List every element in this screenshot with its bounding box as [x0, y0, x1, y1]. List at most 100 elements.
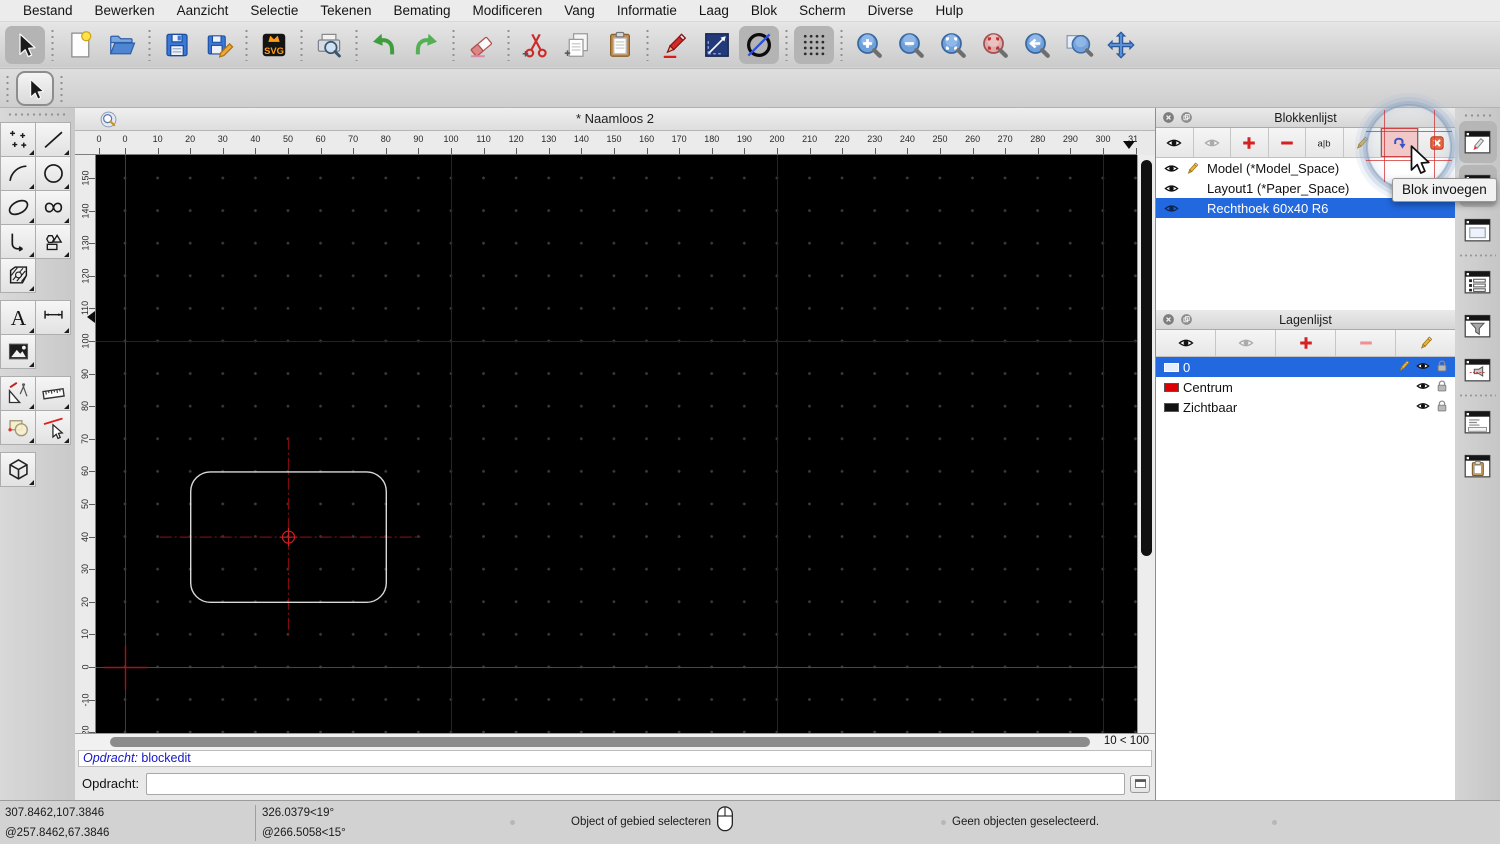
delete-button[interactable]: [461, 26, 501, 64]
select-tool-button[interactable]: [5, 26, 45, 64]
menu-bewerken[interactable]: Bewerken: [84, 3, 166, 18]
menu-scherm[interactable]: Scherm: [788, 3, 857, 18]
point-tools-button[interactable]: [0, 122, 36, 157]
block-browser-toggle-button[interactable]: [1459, 349, 1497, 391]
layer-color-swatch[interactable]: [1164, 363, 1179, 372]
select-tools-button[interactable]: [35, 410, 71, 445]
eye-cell[interactable]: [1161, 161, 1182, 176]
eye-toggle[interactable]: [1416, 399, 1430, 416]
svg-export-button[interactable]: SVG: [254, 26, 294, 64]
toolbar-drag-handle[interactable]: [6, 75, 9, 103]
block-list-row[interactable]: Model (*Model_Space): [1156, 158, 1455, 178]
vertical-scrollbar[interactable]: [1137, 155, 1155, 733]
add-block-button[interactable]: [1231, 128, 1269, 157]
save-file-button[interactable]: [157, 26, 197, 64]
pencilsm-cell[interactable]: [1182, 161, 1203, 176]
layer-color-swatch[interactable]: [1164, 383, 1179, 392]
line-tools-button[interactable]: [35, 122, 71, 157]
command-input[interactable]: [146, 773, 1125, 795]
menu-blok[interactable]: Blok: [740, 3, 788, 18]
shape-tools-button[interactable]: [35, 224, 71, 259]
close-icon[interactable]: [1162, 111, 1175, 124]
spline-tools-button[interactable]: [35, 190, 71, 225]
arc-tools-button[interactable]: [0, 156, 36, 191]
layer-list-toggle-button[interactable]: [1459, 261, 1497, 303]
open-file-button[interactable]: [102, 26, 142, 64]
close-icon[interactable]: [1162, 313, 1175, 326]
lock-toggle[interactable]: [1435, 399, 1449, 416]
menu-tekenen[interactable]: Tekenen: [309, 3, 382, 18]
edit-block-button[interactable]: [1344, 128, 1382, 157]
edit-layer-button[interactable]: [1396, 330, 1455, 356]
remove-layer-button[interactable]: [1336, 330, 1396, 356]
eye-toggle[interactable]: [1416, 359, 1430, 376]
pan-button[interactable]: [1101, 26, 1141, 64]
zoom-previous-button[interactable]: [1017, 26, 1057, 64]
zoom-out-button[interactable]: [891, 26, 931, 64]
modify-tools-button[interactable]: [0, 410, 36, 445]
insert-block-button[interactable]: [1381, 128, 1419, 157]
menu-diverse[interactable]: Diverse: [857, 3, 925, 18]
polyline-tools-button[interactable]: [0, 224, 36, 259]
library-browser-toggle-button[interactable]: [1459, 209, 1497, 251]
lock-toggle[interactable]: [1435, 359, 1449, 376]
add-layer-button[interactable]: [1276, 330, 1336, 356]
menu-bemating[interactable]: Bemating: [382, 3, 461, 18]
zoom-selection-button[interactable]: [975, 26, 1015, 64]
save-as-button[interactable]: [199, 26, 239, 64]
dock-drag-handle[interactable]: [1464, 114, 1491, 119]
zoom-auto-button[interactable]: [933, 26, 973, 64]
copy-button[interactable]: [558, 26, 598, 64]
hatch-tools-button[interactable]: [0, 258, 36, 293]
drafting-tools-button[interactable]: [0, 376, 36, 411]
toolbar-drag-handle[interactable]: [60, 75, 63, 103]
menu-laag[interactable]: Laag: [688, 3, 740, 18]
menu-selectie[interactable]: Selectie: [239, 3, 309, 18]
clipboard-panel-toggle-button[interactable]: [1459, 445, 1497, 487]
horizontal-scrollbar-thumb[interactable]: [110, 737, 1090, 747]
horizontal-scrollbar[interactable]: 10 < 100: [75, 733, 1155, 750]
zoom-in-button[interactable]: [849, 26, 889, 64]
hide-block-button[interactable]: [1194, 128, 1232, 157]
draw-mode-button[interactable]: [655, 26, 695, 64]
palette-drag-handle[interactable]: [8, 113, 67, 119]
grid-toggle-button[interactable]: [794, 26, 834, 64]
new-file-button[interactable]: [60, 26, 100, 64]
construction-mode-button[interactable]: [739, 26, 779, 64]
undo-button[interactable]: [364, 26, 404, 64]
layer-list-row[interactable]: 0: [1156, 357, 1455, 377]
float-panel-icon[interactable]: [1180, 111, 1193, 124]
menu-informatie[interactable]: Informatie: [606, 3, 688, 18]
circle-tools-button[interactable]: [35, 156, 71, 191]
eye-cell[interactable]: [1161, 181, 1182, 196]
selection-tool-button[interactable]: [16, 71, 54, 106]
eye-toggle[interactable]: [1416, 379, 1430, 396]
image-tools-button[interactable]: [0, 334, 36, 369]
show-layer-button[interactable]: [1156, 330, 1216, 356]
hide-layer-button[interactable]: [1216, 330, 1276, 356]
command-line-toggle-button[interactable]: [1459, 401, 1497, 443]
command-options-button[interactable]: [1130, 775, 1150, 793]
menu-vang[interactable]: Vang: [553, 3, 606, 18]
property-editor-toggle-button[interactable]: [1459, 121, 1497, 163]
redo-button[interactable]: [406, 26, 446, 64]
menu-hulp[interactable]: Hulp: [924, 3, 974, 18]
text-tools-button[interactable]: A: [0, 300, 36, 335]
show-block-button[interactable]: [1156, 128, 1194, 157]
cut-button[interactable]: [516, 26, 556, 64]
reference-tool-button[interactable]: [697, 26, 737, 64]
drawing-canvas[interactable]: [96, 155, 1137, 733]
remove-block-button[interactable]: [1269, 128, 1307, 157]
dimension-tools-button[interactable]: [35, 300, 71, 335]
layer-color-swatch[interactable]: [1164, 403, 1179, 412]
menu-aanzicht[interactable]: Aanzicht: [166, 3, 240, 18]
layer-list-row[interactable]: Zichtbaar: [1156, 397, 1455, 417]
ellipse-tools-button[interactable]: [0, 190, 36, 225]
pencilsm-toggle[interactable]: [1397, 359, 1411, 376]
solid-tools-button[interactable]: [0, 452, 36, 487]
purge-block-button[interactable]: [1419, 128, 1456, 157]
vertical-scrollbar-thumb[interactable]: [1141, 160, 1152, 556]
lock-toggle[interactable]: [1435, 379, 1449, 396]
layer-list-row[interactable]: Centrum: [1156, 377, 1455, 397]
eyedim-cell[interactable]: [1161, 201, 1182, 216]
